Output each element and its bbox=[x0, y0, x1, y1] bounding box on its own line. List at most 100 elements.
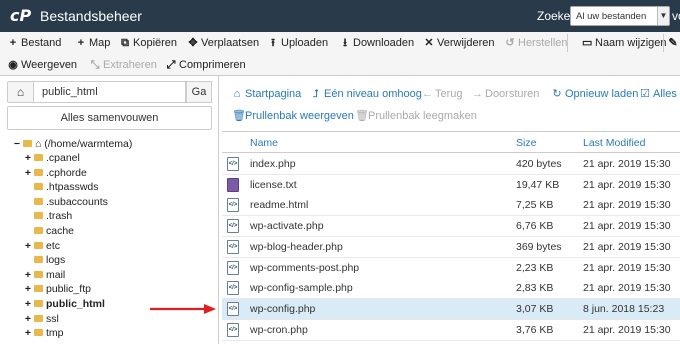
toolbar-row2-button-1[interactable]: ⤡ Extraheren bbox=[90, 55, 157, 75]
forward-link[interactable]: → Doorsturen bbox=[472, 86, 539, 102]
toolbar-button-label: Verplaatsen bbox=[201, 37, 260, 49]
file-name: license.txt bbox=[250, 178, 297, 191]
code-file-icon: </> bbox=[227, 260, 239, 275]
code-file-icon: </> bbox=[227, 219, 239, 234]
expand-icon[interactable]: + bbox=[24, 326, 32, 340]
tree-item[interactable]: + mail bbox=[24, 268, 65, 282]
tree-item[interactable]: + ssl bbox=[24, 312, 59, 326]
minus-icon[interactable]: − bbox=[13, 137, 21, 151]
toolbar-button-label: Kopiëren bbox=[133, 37, 178, 49]
collapse-all-button[interactable]: Alles samenvouwen bbox=[7, 106, 212, 130]
home-icon[interactable]: ⌂ bbox=[7, 81, 34, 103]
home-link[interactable]: ⌂ Startpagina bbox=[232, 86, 302, 102]
tree-item[interactable]: + public_ftp bbox=[24, 282, 91, 296]
folder-icon bbox=[34, 300, 43, 307]
toolbar-row1-button-0[interactable]: + Bestand bbox=[8, 33, 62, 53]
path-input[interactable]: public_html bbox=[34, 81, 186, 103]
file-modified: 21 apr. 2019 15:30 bbox=[583, 220, 671, 233]
code-file-icon: </> bbox=[227, 198, 239, 213]
folder-icon bbox=[34, 168, 43, 176]
tree-root[interactable]: − ⌂ (/home/warmtema) bbox=[13, 137, 132, 151]
file-row[interactable]: </> readme.html 7,25 KB 21 apr. 2019 15:30 bbox=[222, 195, 680, 217]
upload-icon: ⭱ bbox=[271, 37, 275, 49]
expand-icon[interactable]: + bbox=[24, 297, 32, 311]
code-file-icon: </> bbox=[227, 322, 239, 337]
app-title: Bestandsbeheer bbox=[40, 8, 142, 24]
toolbar-row1-button-6[interactable]: ✕ Verwijderen bbox=[424, 33, 494, 53]
search-input-partial[interactable]: vo bbox=[672, 9, 680, 23]
compress-icon: ⤢ bbox=[166, 59, 176, 71]
back-link[interactable]: ← Terug bbox=[422, 86, 463, 102]
checkbox-icon: ☑ bbox=[640, 88, 650, 100]
tree-item[interactable]: logs bbox=[24, 253, 65, 267]
tree-item[interactable]: + public_html bbox=[24, 297, 105, 311]
arrow-right-icon: → bbox=[472, 88, 483, 100]
expand-icon[interactable]: + bbox=[24, 239, 32, 253]
file-row[interactable]: </> wp-comments-post.php 2,23 KB 21 apr. 20… bbox=[222, 257, 680, 279]
file-modified: 21 apr. 2019 15:30 bbox=[583, 158, 671, 170]
restore-icon: ↺ bbox=[505, 37, 515, 49]
toolbar-row1-button-8[interactable]: ▭ Naam wijzigen bbox=[582, 33, 667, 53]
expand-icon[interactable]: + bbox=[24, 151, 32, 165]
toolbar-row1-button-1[interactable]: + Map bbox=[76, 33, 111, 53]
go-button[interactable]: Ga bbox=[186, 81, 212, 103]
file-row[interactable]: </> wp-config.php 3,07 KB 8 jun. 2018 15:23 bbox=[222, 298, 680, 320]
toolbar-row1-button-7[interactable]: ↺ Herstellen bbox=[505, 33, 568, 53]
tree-item[interactable]: + tmp bbox=[24, 326, 64, 340]
code-file-icon: </> bbox=[227, 301, 239, 316]
refresh-icon: ↻ bbox=[552, 88, 562, 100]
toolbar-button-label: Uploaden bbox=[281, 37, 329, 49]
reload-link[interactable]: ↻ Opnieuw laden bbox=[552, 86, 638, 102]
tree-item[interactable]: cache bbox=[24, 224, 74, 238]
toolbar-row1-button-9[interactable]: ✎ bbox=[668, 33, 680, 53]
expand-icon[interactable]: + bbox=[24, 166, 32, 180]
file-name: readme.html bbox=[250, 199, 309, 212]
folder-icon bbox=[34, 256, 43, 264]
tree-item-label: public_html bbox=[46, 298, 105, 310]
select-all-link[interactable]: ☑ Alles bbox=[640, 86, 677, 102]
file-row[interactable]: </> index.php 420 bytes 21 apr. 2019 15:30 bbox=[222, 154, 680, 175]
search-scope-select[interactable]: Al uw bestanden ▼ bbox=[570, 6, 670, 26]
toolbar-row1-button-2[interactable]: ⧉ Kopiëren bbox=[120, 33, 177, 53]
up-one-level-link[interactable]: ⮥ Eén niveau omhoog bbox=[311, 86, 422, 102]
file-row[interactable]: </> wp-config-sample.php 2,83 KB 21 apr. 20… bbox=[222, 278, 680, 300]
column-modified-header[interactable]: Last Modified bbox=[583, 137, 645, 149]
file-row[interactable]: </> wp-activate.php 6,76 KB 21 apr. 2019 15… bbox=[222, 216, 680, 238]
column-name-header[interactable]: Name bbox=[250, 137, 278, 149]
view-trash-link[interactable]: 🗑Prullenbak weergeven bbox=[232, 108, 354, 124]
file-size: 3,07 KB bbox=[516, 302, 554, 315]
file-row[interactable]: license.txt 19,47 KB 21 apr. 2019 15:30 bbox=[222, 174, 680, 196]
toolbar-row1-button-3[interactable]: ✥ Verplaatsen bbox=[188, 33, 259, 53]
empty-trash-link[interactable]: 🗑Prullenbak leegmaken bbox=[355, 108, 477, 124]
folder-icon bbox=[34, 241, 43, 249]
tree-item[interactable]: + etc bbox=[24, 239, 60, 253]
toolbar-button-label: Herstellen bbox=[518, 37, 568, 49]
folder-icon bbox=[34, 212, 43, 220]
tree-item[interactable]: + .cpanel bbox=[24, 151, 80, 165]
column-size-header[interactable]: Size bbox=[516, 137, 536, 149]
file-row[interactable]: </> wp-cron.php 3,76 KB 21 apr. 2019 15:30 bbox=[222, 319, 680, 341]
cpanel-logo[interactable]: cP bbox=[10, 6, 31, 25]
tree-item[interactable]: .subaccounts bbox=[24, 195, 108, 209]
toolbar-button-label: Downloaden bbox=[353, 37, 415, 49]
tree-item[interactable]: .trash bbox=[24, 209, 72, 223]
red-arrow-annotation bbox=[150, 304, 216, 314]
expand-icon[interactable]: + bbox=[24, 312, 32, 326]
tree-item[interactable]: + .cphorde bbox=[24, 166, 87, 180]
toolbar-row2-button-0[interactable]: ◉ Weergeven bbox=[8, 55, 77, 75]
file-row[interactable]: </> wp-blog-header.php 369 bytes 21 apr. 20… bbox=[222, 236, 680, 258]
tree-root-label: (/home/warmtema) bbox=[44, 138, 133, 150]
tree-item-label: mail bbox=[46, 268, 66, 281]
file-table-header: Name Size Last Modified bbox=[222, 131, 680, 153]
trash-icon: 🗑 bbox=[232, 110, 246, 122]
folder-open-icon bbox=[23, 140, 32, 147]
tree-item-label: cache bbox=[46, 225, 75, 237]
toolbar-row1-button-5[interactable]: ⭳ Downloaden bbox=[340, 33, 414, 53]
file-size: 2,23 KB bbox=[516, 261, 554, 274]
toolbar-row1-button-4[interactable]: ⭱ Uploaden bbox=[268, 33, 328, 53]
toolbar-row2-button-2[interactable]: ⤢ Comprimeren bbox=[166, 55, 246, 75]
file-size: 2,83 KB bbox=[516, 282, 554, 295]
tree-item[interactable]: .htpasswds bbox=[24, 180, 99, 194]
expand-icon[interactable]: + bbox=[24, 282, 32, 296]
expand-icon[interactable]: + bbox=[24, 268, 32, 282]
